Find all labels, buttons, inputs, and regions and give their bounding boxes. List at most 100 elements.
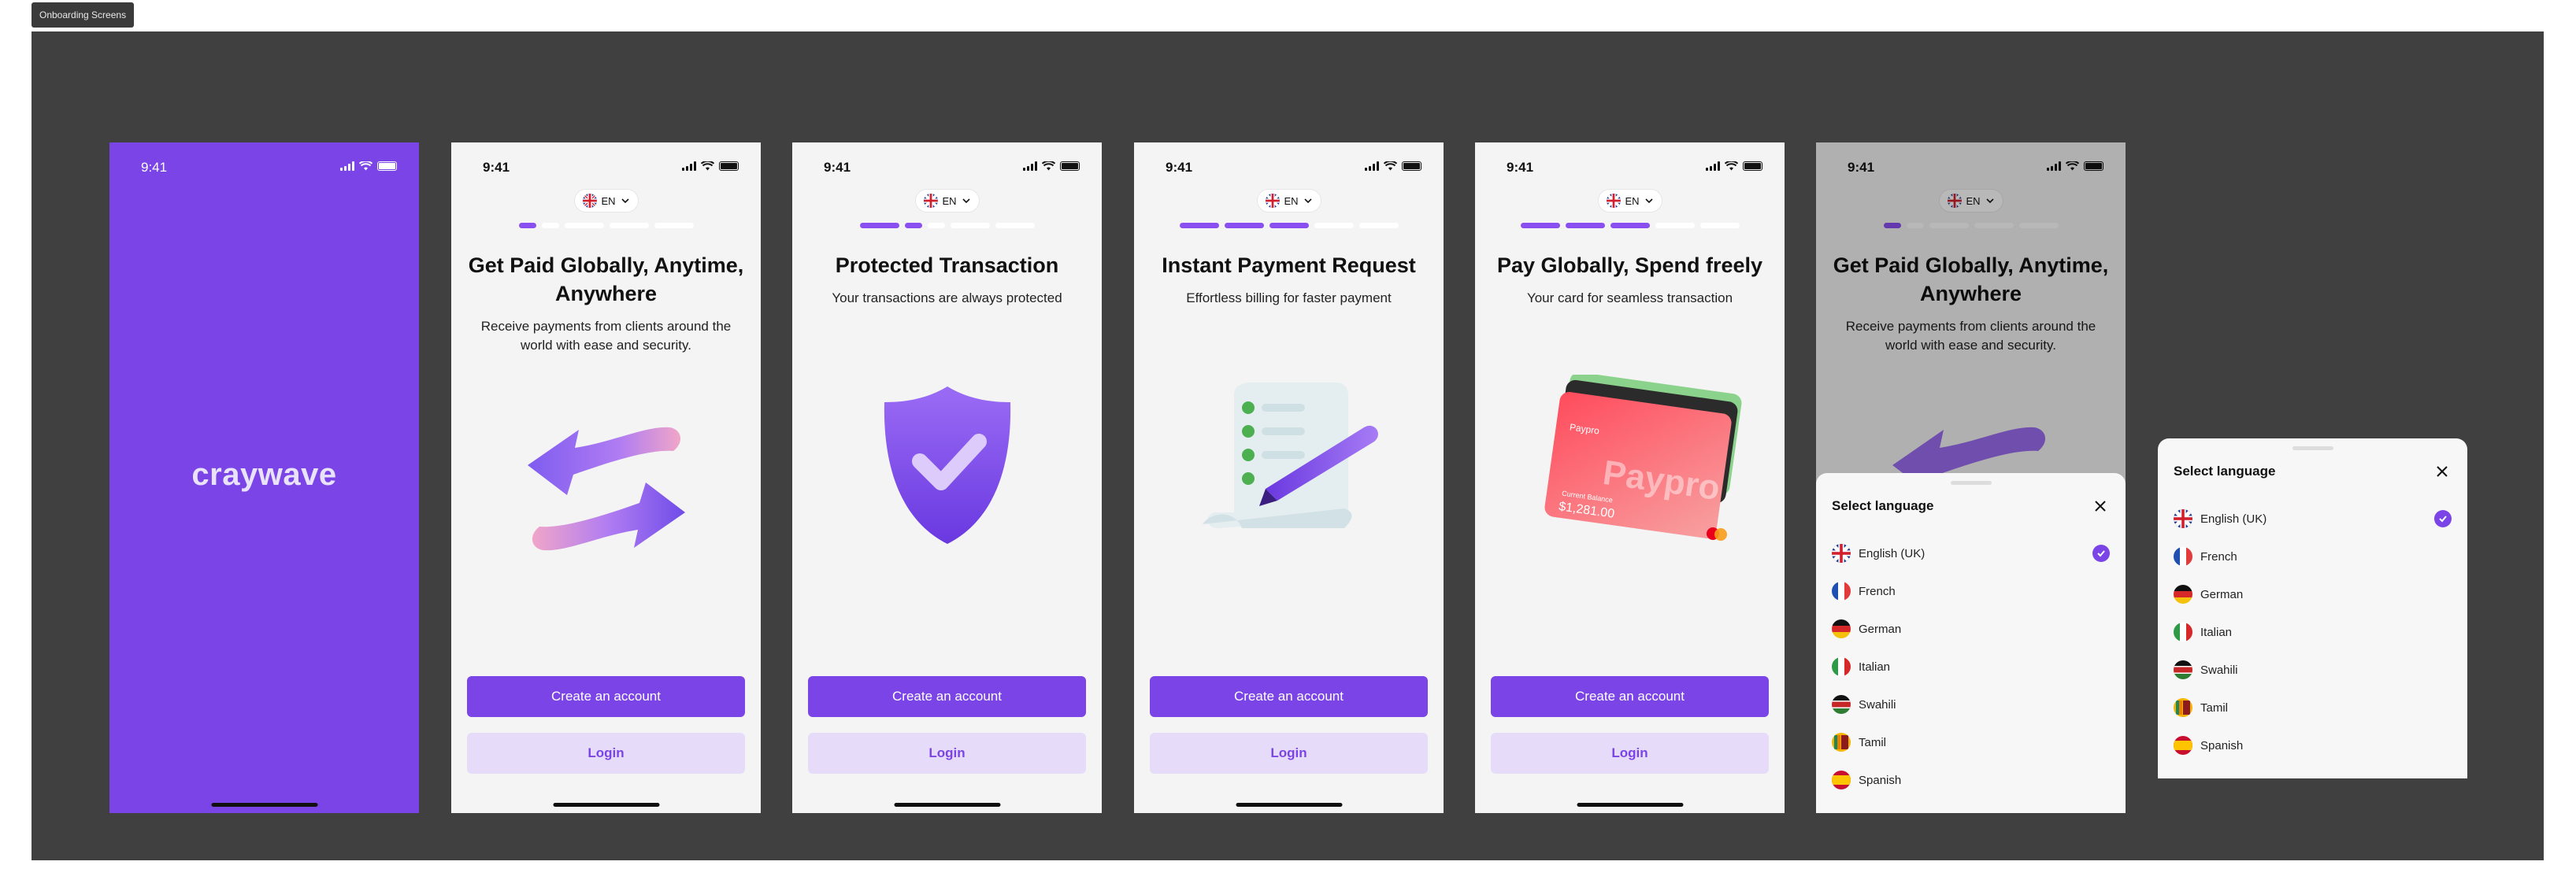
language-option-tamil[interactable]: Tamil [2174,689,2452,726]
battery-icon [719,161,739,171]
screen-title: Pay Globally, Spend freely [1496,253,1763,277]
language-option-tamil[interactable]: Tamil [1832,723,2110,761]
sri-lanka-flag-icon [2174,698,2192,717]
onboarding-screen-1: 9:41 EN Get Paid Globally, Anytime, Anyw… [451,142,761,813]
status-time: 9:41 [141,160,168,175]
status-bar: 9:41 [792,152,1102,183]
language-sheet: Select language English (UK) French Germ… [1816,473,2126,813]
language-list: English (UK) French German Italian Swahi… [2174,500,2452,764]
frame-label[interactable]: Onboarding Screens [32,2,135,28]
language-code: EN [1284,194,1299,207]
language-option-german[interactable]: German [1832,610,2110,648]
uk-flag-icon [1265,194,1280,208]
login-button[interactable]: Login [1150,733,1428,774]
status-bar: 9:41 [451,152,761,183]
screen-title: Get Paid Globally, Anytime, Anywhere [468,253,744,305]
language-option-german[interactable]: German [2174,575,2452,613]
brand-logo: craywave [191,457,337,492]
language-label: French [1859,584,1896,598]
france-flag-icon [2174,547,2192,566]
language-option-english[interactable]: English (UK) [2174,500,2452,538]
design-canvas: 9:41 craywave 9:41 EN Get Paid Globally,… [32,31,2544,860]
language-option-french[interactable]: French [1832,572,2110,610]
home-indicator [553,803,659,807]
progress-indicator [859,223,1035,228]
language-option-french[interactable]: French [2174,538,2452,575]
cellular-icon [1023,161,1037,171]
status-bar: 9:41 [1134,152,1444,183]
login-button[interactable]: Login [808,733,1086,774]
chevron-down-icon [1644,198,1653,204]
uk-flag-icon [1832,544,1851,563]
invoice-scroll-illustration [1202,383,1378,528]
language-label: German [1859,622,1902,636]
kenya-flag-icon [2174,660,2192,679]
splash-screen: 9:41 craywave [109,142,419,813]
language-label: Italian [2200,625,2233,639]
status-bar: 9:41 [1475,152,1785,183]
onboarding-screen-2: 9:41 EN Protected Transaction Your trans… [792,142,1102,813]
battery-icon [1060,161,1080,171]
kenya-flag-icon [1832,695,1851,714]
payment-card-illustration: Paypro Paypro Current Balance $1,281.00 [1516,375,1744,556]
progress-indicator [1520,223,1740,228]
language-option-spanish[interactable]: Spanish [1832,761,2110,799]
home-indicator [211,803,317,807]
spain-flag-icon [1832,771,1851,789]
status-time: 9:41 [824,160,851,175]
screen-subtitle: Receive payments from clients around the… [480,319,732,353]
status-time: 9:41 [1507,160,1534,175]
sheet-grabber[interactable] [2292,446,2333,450]
language-selector[interactable]: EN [1597,189,1662,213]
login-button[interactable]: Login [467,733,745,774]
language-code: EN [1625,194,1640,207]
italy-flag-icon [2174,623,2192,641]
germany-flag-icon [2174,585,2192,604]
shield-check-illustration [884,386,1010,544]
screen-subtitle: Your card for seamless transaction [1526,290,1733,305]
germany-flag-icon [1832,619,1851,638]
language-selector[interactable]: EN [573,189,639,213]
language-option-english[interactable]: English (UK) [1832,534,2110,572]
close-icon[interactable] [2092,498,2108,514]
onboarding-screen-language-modal: 9:41 EN Get Paid Globally, Anytime, Anyw… [1816,142,2126,813]
status-bar: 9:41 [109,152,419,183]
screen-subtitle: Your transactions are always protected [832,290,1062,305]
selected-check-icon [2434,510,2452,527]
language-label: Spanish [1859,773,1902,787]
language-list: English (UK) French German Italian Swahi… [1832,534,2110,799]
selected-check-icon [2092,545,2110,562]
spain-flag-icon [2174,736,2192,755]
exchange-arrows-illustration [527,427,685,551]
onboarding-screen-4: 9:41 EN Pay Globally, Spend freely Your … [1475,142,1785,813]
language-option-swahili[interactable]: Swahili [1832,686,2110,723]
wifi-icon [1384,161,1397,171]
sri-lanka-flag-icon [1832,733,1851,752]
language-selector[interactable]: EN [1256,189,1321,213]
language-option-spanish[interactable]: Spanish [2174,726,2452,764]
chevron-down-icon [621,198,629,204]
language-option-swahili[interactable]: Swahili [2174,651,2452,689]
progress-indicator [1179,223,1399,228]
close-icon[interactable] [2434,464,2450,479]
language-selector[interactable]: EN [914,189,980,213]
cellular-icon [682,161,696,171]
language-label: Italian [1859,660,1891,674]
language-label: Swahili [1859,697,1896,712]
wifi-icon [1042,161,1055,171]
home-indicator [1577,803,1683,807]
create-account-button[interactable]: Create an account [467,676,745,717]
create-account-button[interactable]: Create an account [808,676,1086,717]
language-option-italian[interactable]: Italian [1832,648,2110,686]
create-account-button[interactable]: Create an account [1150,676,1428,717]
sheet-title: Select language [1832,498,1934,513]
language-option-italian[interactable]: Italian [2174,613,2452,651]
create-account-button[interactable]: Create an account [1491,676,1769,717]
screen-subtitle: Effortless billing for faster payment [1186,290,1392,305]
screen-title: Protected Transaction [835,253,1059,277]
wifi-icon [701,161,714,171]
sheet-grabber[interactable] [1950,481,1992,485]
battery-icon [1402,161,1421,171]
language-code: EN [601,194,616,207]
login-button[interactable]: Login [1491,733,1769,774]
